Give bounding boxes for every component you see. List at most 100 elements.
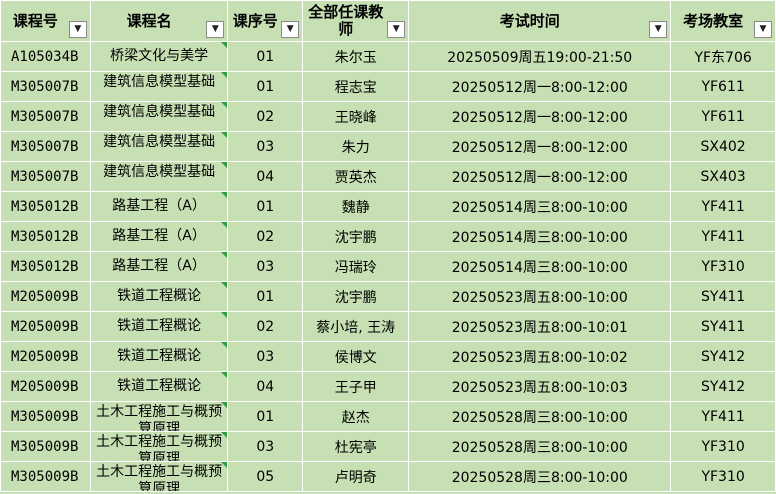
cell-exam-room[interactable]: YF411 bbox=[670, 401, 776, 432]
cell-section-number[interactable]: 04 bbox=[227, 161, 304, 192]
cell-exam-room[interactable]: SY412 bbox=[670, 341, 776, 372]
cell-teachers[interactable]: 蔡小培, 王涛 bbox=[302, 311, 410, 342]
cell-section-number[interactable]: 02 bbox=[227, 311, 304, 342]
cell-teachers[interactable]: 魏静 bbox=[302, 191, 410, 222]
cell-course-name[interactable]: 土木工程施工与概预算原理 bbox=[89, 431, 229, 462]
header-course-code[interactable]: 课程号 ▼ bbox=[0, 0, 91, 42]
cell-course-code[interactable]: M205009B bbox=[0, 341, 91, 372]
cell-course-name[interactable]: 铁道工程概论 bbox=[89, 281, 229, 312]
cell-exam-room[interactable]: YF310 bbox=[670, 461, 776, 492]
cell-section-number[interactable]: 01 bbox=[227, 191, 304, 222]
header-course-name[interactable]: 课程名 ▼ bbox=[89, 0, 229, 42]
cell-section-number[interactable]: 01 bbox=[227, 41, 304, 72]
cell-exam-room[interactable]: YF611 bbox=[670, 101, 776, 132]
cell-exam-room[interactable]: SY411 bbox=[670, 311, 776, 342]
cell-exam-room[interactable]: YF611 bbox=[670, 71, 776, 102]
cell-teachers[interactable]: 朱力 bbox=[302, 131, 410, 162]
cell-course-code[interactable]: M205009B bbox=[0, 311, 91, 342]
cell-teachers[interactable]: 贾英杰 bbox=[302, 161, 410, 192]
header-exam-time[interactable]: 考试时间 ▼ bbox=[408, 0, 672, 42]
cell-course-name[interactable]: 建筑信息模型基础 bbox=[89, 71, 229, 102]
cell-course-name[interactable]: 铁道工程概论 bbox=[89, 371, 229, 402]
cell-course-code[interactable]: M305012B bbox=[0, 221, 91, 252]
cell-course-code[interactable]: M305009B bbox=[0, 401, 91, 432]
cell-course-code[interactable]: M305007B bbox=[0, 131, 91, 162]
cell-teachers[interactable]: 朱尔玉 bbox=[302, 41, 410, 72]
cell-section-number[interactable]: 03 bbox=[227, 431, 304, 462]
cell-teachers[interactable]: 沈宇鹏 bbox=[302, 281, 410, 312]
cell-exam-time[interactable]: 20250509周五19:00-21:50 bbox=[408, 41, 672, 72]
cell-section-number[interactable]: 02 bbox=[227, 101, 304, 132]
cell-exam-time[interactable]: 20250523周五8:00-10:03 bbox=[408, 371, 672, 402]
cell-exam-time[interactable]: 20250512周一8:00-12:00 bbox=[408, 131, 672, 162]
cell-section-number[interactable]: 03 bbox=[227, 131, 304, 162]
cell-section-number[interactable]: 01 bbox=[227, 401, 304, 432]
cell-exam-time[interactable]: 20250523周五8:00-10:01 bbox=[408, 311, 672, 342]
cell-exam-room[interactable]: SX402 bbox=[670, 131, 776, 162]
filter-dropdown-icon[interactable]: ▼ bbox=[206, 21, 225, 38]
cell-teachers[interactable]: 卢明奇 bbox=[302, 461, 410, 492]
cell-section-number[interactable]: 02 bbox=[227, 221, 304, 252]
filter-dropdown-icon[interactable]: ▼ bbox=[387, 21, 406, 38]
cell-course-name[interactable]: 土木工程施工与概预算原理 bbox=[89, 461, 229, 492]
cell-exam-time[interactable]: 20250512周一8:00-12:00 bbox=[408, 161, 672, 192]
cell-exam-time[interactable]: 20250528周三8:00-10:00 bbox=[408, 461, 672, 492]
cell-course-code[interactable]: M305012B bbox=[0, 191, 91, 222]
cell-exam-time[interactable]: 20250514周三8:00-10:00 bbox=[408, 191, 672, 222]
cell-section-number[interactable]: 01 bbox=[227, 281, 304, 312]
cell-course-name[interactable]: 路基工程（A） bbox=[89, 191, 229, 222]
cell-teachers[interactable]: 王子甲 bbox=[302, 371, 410, 402]
filter-dropdown-icon[interactable]: ▼ bbox=[281, 21, 300, 38]
header-section-number[interactable]: 课序号 ▼ bbox=[227, 0, 304, 42]
cell-course-name[interactable]: 铁道工程概论 bbox=[89, 311, 229, 342]
filter-dropdown-icon[interactable]: ▼ bbox=[68, 21, 87, 38]
cell-exam-room[interactable]: YF411 bbox=[670, 191, 776, 222]
cell-section-number[interactable]: 03 bbox=[227, 341, 304, 372]
cell-exam-time[interactable]: 20250514周三8:00-10:00 bbox=[408, 251, 672, 282]
cell-course-name[interactable]: 建筑信息模型基础 bbox=[89, 131, 229, 162]
cell-course-code[interactable]: M305007B bbox=[0, 101, 91, 132]
cell-teachers[interactable]: 赵杰 bbox=[302, 401, 410, 432]
cell-course-code[interactable]: M305012B bbox=[0, 251, 91, 282]
cell-exam-time[interactable]: 20250528周三8:00-10:00 bbox=[408, 401, 672, 432]
cell-course-name[interactable]: 路基工程（A） bbox=[89, 251, 229, 282]
filter-dropdown-icon[interactable]: ▼ bbox=[649, 21, 668, 38]
cell-teachers[interactable]: 程志宝 bbox=[302, 71, 410, 102]
cell-course-name[interactable]: 建筑信息模型基础 bbox=[89, 161, 229, 192]
cell-teachers[interactable]: 侯博文 bbox=[302, 341, 410, 372]
cell-course-name[interactable]: 路基工程（A） bbox=[89, 221, 229, 252]
cell-section-number[interactable]: 05 bbox=[227, 461, 304, 492]
header-exam-room[interactable]: 考场教室 ▼ bbox=[670, 0, 776, 42]
cell-exam-time[interactable]: 20250528周三8:00-10:00 bbox=[408, 431, 672, 462]
cell-exam-room[interactable]: YF310 bbox=[670, 431, 776, 462]
cell-course-name[interactable]: 土木工程施工与概预算原理 bbox=[89, 401, 229, 432]
cell-exam-room[interactable]: SY411 bbox=[670, 281, 776, 312]
cell-section-number[interactable]: 04 bbox=[227, 371, 304, 402]
cell-exam-time[interactable]: 20250523周五8:00-10:00 bbox=[408, 281, 672, 312]
cell-teachers[interactable]: 王晓峰 bbox=[302, 101, 410, 132]
cell-teachers[interactable]: 杜宪亭 bbox=[302, 431, 410, 462]
cell-course-code[interactable]: A105034B bbox=[0, 41, 91, 72]
cell-exam-room[interactable]: SY412 bbox=[670, 371, 776, 402]
cell-course-code[interactable]: M305009B bbox=[0, 461, 91, 492]
cell-course-name[interactable]: 建筑信息模型基础 bbox=[89, 101, 229, 132]
cell-exam-room[interactable]: SX403 bbox=[670, 161, 776, 192]
cell-exam-time[interactable]: 20250512周一8:00-12:00 bbox=[408, 101, 672, 132]
cell-exam-time[interactable]: 20250512周一8:00-12:00 bbox=[408, 71, 672, 102]
cell-exam-time[interactable]: 20250523周五8:00-10:02 bbox=[408, 341, 672, 372]
cell-teachers[interactable]: 沈宇鹏 bbox=[302, 221, 410, 252]
filter-dropdown-icon[interactable]: ▼ bbox=[754, 21, 772, 38]
cell-exam-time[interactable]: 20250514周三8:00-10:00 bbox=[408, 221, 672, 252]
cell-course-code[interactable]: M305007B bbox=[0, 71, 91, 102]
cell-course-code[interactable]: M305007B bbox=[0, 161, 91, 192]
cell-section-number[interactable]: 01 bbox=[227, 71, 304, 102]
cell-exam-room[interactable]: YF310 bbox=[670, 251, 776, 282]
cell-exam-room[interactable]: YF411 bbox=[670, 221, 776, 252]
cell-course-name[interactable]: 铁道工程概论 bbox=[89, 341, 229, 372]
cell-section-number[interactable]: 03 bbox=[227, 251, 304, 282]
cell-course-code[interactable]: M305009B bbox=[0, 431, 91, 462]
cell-course-code[interactable]: M205009B bbox=[0, 281, 91, 312]
cell-teachers[interactable]: 冯瑞玲 bbox=[302, 251, 410, 282]
cell-course-name[interactable]: 桥梁文化与美学 bbox=[89, 41, 229, 72]
cell-course-code[interactable]: M205009B bbox=[0, 371, 91, 402]
